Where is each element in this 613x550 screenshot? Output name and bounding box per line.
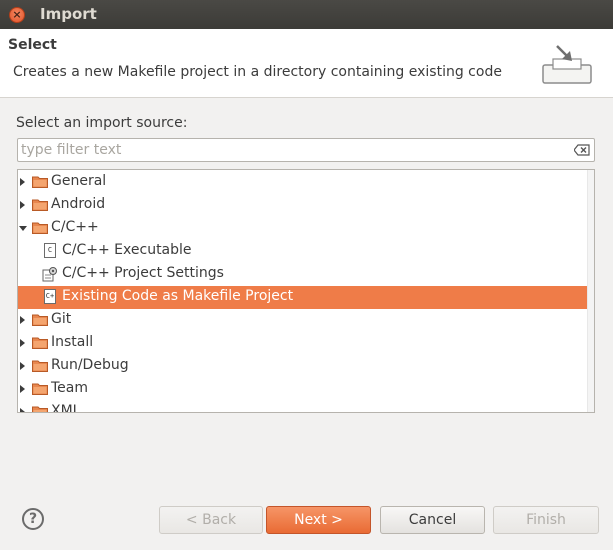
folder-icon: [32, 175, 48, 188]
tree-item[interactable]: XML: [18, 401, 594, 413]
tree-item-label: Existing Code as Makefile Project: [62, 288, 294, 304]
tree-item-label: Git: [51, 311, 72, 327]
help-button[interactable]: ?: [22, 508, 44, 530]
tree-item[interactable]: C/C++: [18, 217, 594, 240]
folder-icon: [32, 198, 48, 211]
expand-arrow-icon[interactable]: [20, 201, 25, 209]
tree-item-label: C/C++ Executable: [62, 242, 192, 258]
tree-item-label: General: [51, 173, 107, 189]
tree-item-label: Team: [51, 380, 89, 396]
expand-arrow-icon[interactable]: [20, 408, 25, 412]
tree-item[interactable]: General: [18, 171, 594, 194]
tree-item[interactable]: Install: [18, 332, 594, 355]
filter-input[interactable]: [21, 140, 566, 160]
tree-item-label: C/C++: [51, 219, 99, 235]
folder-icon: [32, 336, 48, 349]
title-bar: × Import: [0, 0, 613, 29]
project-settings-icon: [42, 266, 57, 282]
back-button[interactable]: < Back: [159, 506, 263, 534]
source-file-icon: C+: [44, 289, 56, 304]
expand-arrow-icon[interactable]: [20, 339, 25, 347]
tree-item-label: Run/Debug: [51, 357, 129, 373]
folder-icon: [32, 359, 48, 372]
window-title: Import: [40, 5, 97, 23]
finish-button[interactable]: Finish: [493, 506, 599, 534]
import-source-tree[interactable]: General Android C/C++ C C/C++ Executable C/C+…: [17, 169, 595, 413]
tree-item-label: C/C++ Project Settings: [62, 265, 224, 281]
tree-item[interactable]: Run/Debug: [18, 355, 594, 378]
expand-arrow-icon[interactable]: [20, 362, 25, 370]
page-description: Creates a new Makefile project in a dire…: [13, 64, 502, 80]
next-button[interactable]: Next >: [266, 506, 371, 534]
folder-icon: [32, 382, 48, 395]
tree-item[interactable]: Team: [18, 378, 594, 401]
expand-arrow-icon[interactable]: [20, 178, 25, 186]
tree-item-label: XML: [51, 403, 81, 413]
tree-scrollbar[interactable]: [587, 170, 594, 412]
wizard-header: Select Creates a new Makefile project in…: [0, 29, 613, 98]
clear-filter-icon[interactable]: [574, 144, 590, 156]
close-window-button[interactable]: ×: [9, 7, 25, 23]
tree-item[interactable]: Git: [18, 309, 594, 332]
collapse-arrow-icon[interactable]: [19, 226, 27, 231]
tree-item[interactable]: C/C++ Project Settings: [18, 263, 594, 286]
expand-arrow-icon[interactable]: [20, 385, 25, 393]
source-file-icon: C: [44, 243, 56, 258]
folder-icon: [32, 405, 48, 412]
expand-arrow-icon[interactable]: [20, 316, 25, 324]
page-title: Select: [8, 37, 57, 53]
tree-item[interactable]: Android: [18, 194, 594, 217]
cancel-button[interactable]: Cancel: [380, 506, 485, 534]
tree-item[interactable]: C+ Existing Code as Makefile Project: [18, 286, 594, 309]
filter-box: [17, 138, 595, 162]
import-wizard-icon: [542, 45, 592, 84]
tree-item-label: Android: [51, 196, 106, 212]
folder-icon: [32, 221, 48, 234]
tree-item[interactable]: C C/C++ Executable: [18, 240, 594, 263]
folder-icon: [32, 313, 48, 326]
import-source-label: Select an import source:: [16, 115, 188, 131]
tree-item-label: Install: [51, 334, 94, 350]
